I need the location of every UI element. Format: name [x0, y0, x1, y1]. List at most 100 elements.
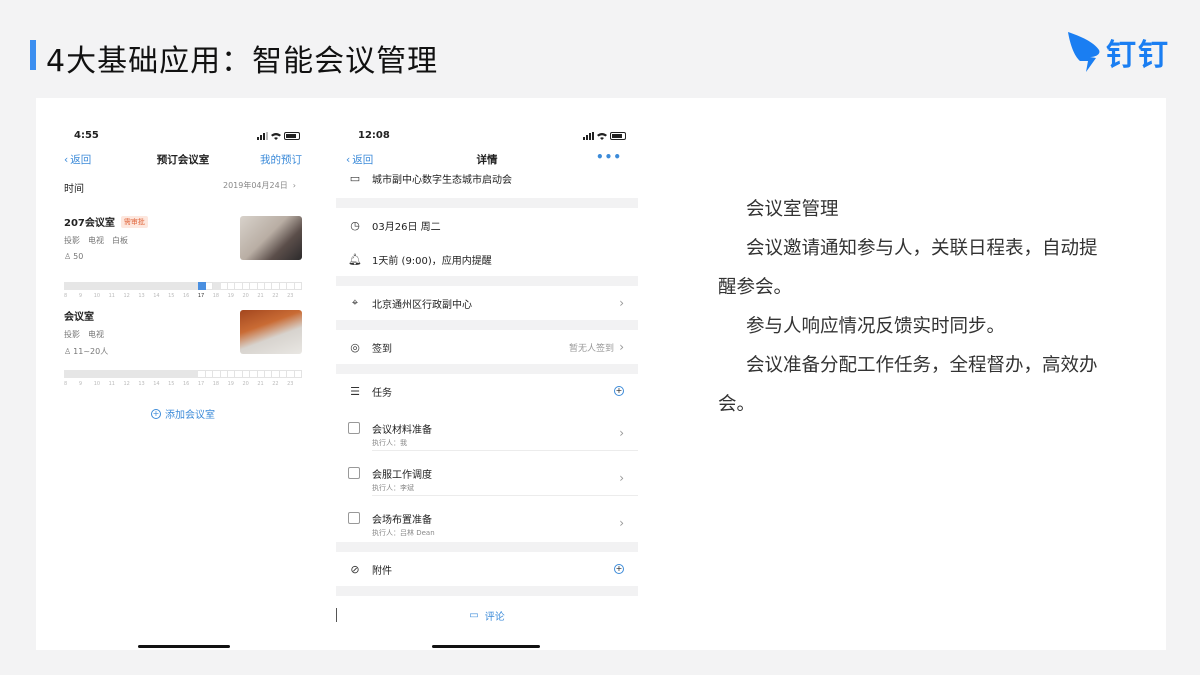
reminder-text: 1天前 (9:00)，应用内提醒 [372, 255, 492, 267]
chevron-right-icon: › [619, 296, 624, 310]
text-cursor [336, 608, 337, 622]
nav-bar: ‹ 返回 预订会议室 我的预订 [54, 152, 312, 170]
bell-icon: 🔔︎ [348, 252, 362, 266]
room-card[interactable]: 会议室 投影 电视 ♙ 11~20人 8 9 10 11 12 13 14 15 16 17 18… [64, 308, 302, 387]
date-value: 2019年04月24日 › [222, 181, 296, 190]
reminder-row[interactable]: 🔔︎ 1天前 (9:00)，应用内提醒 [336, 242, 638, 276]
system-icons [257, 132, 300, 140]
task-item[interactable]: 会议材料准备 执行人：我 › [336, 414, 638, 458]
tasks-label: 任务 [372, 387, 392, 399]
time-label: 时间 [64, 184, 84, 195]
comment-label: 评论 [484, 611, 505, 623]
task-name: 会服工作调度 [372, 470, 432, 481]
brand-name: 钉钉 [1106, 38, 1170, 73]
description-paragraph: 参与人响应情况反馈实时同步。 [746, 316, 1006, 337]
room-photo [240, 216, 302, 260]
plus-circle-icon: + [151, 408, 161, 419]
calendar-icon: ▭ [349, 171, 361, 185]
task-checkbox[interactable] [348, 422, 360, 434]
task-owner: 执行人：李斌 [372, 484, 414, 492]
title-accent-bar [30, 40, 36, 70]
date-row[interactable]: ◷ 03月26日 周二 [336, 208, 638, 242]
task-name: 会议材料准备 [372, 425, 432, 436]
list-icon: ☰ [350, 384, 360, 398]
description-paragraph: 会议邀请通知参与人，关联日程表，自动提醒参会。 [718, 238, 1098, 298]
task-item[interactable]: 会服工作调度 执行人：李斌 › [336, 459, 638, 503]
task-owner: 执行人：我 [372, 439, 407, 447]
signal-icon [257, 132, 268, 140]
section-gap [336, 586, 638, 596]
home-indicator [432, 645, 540, 648]
attachment-row: ⊘ 附件 + [336, 552, 638, 586]
chevron-right-icon: › [619, 426, 624, 440]
my-bookings-button[interactable]: 我的预订 [260, 152, 302, 167]
section-gap [336, 198, 638, 208]
meeting-title: 城市副中心数字生态城市启动会 [372, 174, 512, 186]
approval-badge: 需审批 [120, 215, 148, 228]
date-picker-row[interactable]: 时间 2019年04月24日 › [64, 180, 302, 196]
checkin-label: 签到 [372, 343, 392, 355]
feature-description: 会议室管理 会议邀请通知参与人，关联日程表，自动提醒参会。 参与人响应情况反馈实… [718, 190, 1098, 424]
paperclip-icon: ⊘ [350, 562, 360, 576]
more-options-icon[interactable]: ••• [596, 150, 622, 164]
attachment-label: 附件 [372, 565, 392, 577]
comment-icon: ▭ [469, 609, 479, 621]
location-text: 北京通州区行政副中心 [372, 299, 472, 311]
phone-meeting-detail: 12:08 ‹ 返回 详情 ••• ▭ 城市副中心数字生态城市启动会 ◷ 03月2… [336, 120, 638, 650]
divider [372, 450, 638, 451]
person-icon: ♙ [64, 347, 72, 356]
room-card[interactable]: 207会议室 需审批 投影 电视 白板 ♙ 50 8 9 10 11 12 13 14 15 … [64, 214, 302, 299]
comment-button[interactable]: ▭ 评论 [336, 602, 638, 628]
battery-icon [284, 132, 300, 140]
section-gap [336, 542, 638, 552]
chevron-right-icon: › [619, 340, 624, 354]
tasks-header-row: ☰ 任务 + [336, 374, 638, 408]
clock-icon: ◷ [350, 218, 360, 232]
checkin-status: 暂无人签到 [568, 343, 614, 354]
home-indicator [138, 645, 230, 648]
section-gap [336, 364, 638, 374]
meeting-title-row: ▭ 城市副中心数字生态城市启动会 [336, 166, 638, 190]
status-time: 12:08 [358, 130, 390, 141]
location-pin-icon: ⌖ [351, 296, 359, 309]
status-bar: 12:08 [336, 130, 638, 144]
phone-room-booking: 4:55 ‹ 返回 预订会议室 我的预订 时间 2019年04月24日 › 207… [54, 120, 312, 650]
task-checkbox[interactable] [348, 512, 360, 524]
signal-icon [583, 132, 594, 140]
description-paragraph: 会议准备分配工作任务，全程督办，高效办会。 [718, 355, 1098, 415]
section-gap [336, 276, 638, 286]
brand-logo: 钉钉 [1066, 30, 1170, 74]
availability-timeline[interactable] [64, 370, 302, 378]
divider [372, 495, 638, 496]
section-gap [336, 320, 638, 330]
add-task-icon[interactable]: + [614, 386, 624, 396]
wifi-icon [597, 133, 607, 140]
slide-title: 4大基础应用：智能会议管理 [46, 44, 439, 79]
add-room-button[interactable]: + 添加会议室 [54, 406, 312, 421]
meeting-date: 03月26日 周二 [372, 221, 441, 233]
add-attachment-icon[interactable]: + [614, 564, 624, 574]
chevron-right-icon: › [619, 516, 624, 530]
room-name: 207会议室 [64, 218, 115, 229]
description-heading: 会议室管理 [746, 199, 839, 220]
room-photo [240, 310, 302, 354]
system-icons [583, 132, 626, 140]
timeline-hours: 8 9 10 11 12 13 14 15 16 17 18 19 20 21 22 23 [64, 381, 294, 387]
status-bar: 4:55 [54, 130, 312, 144]
timeline-hours: 8 9 10 11 12 13 14 15 16 17 18 19 20 21 22 23 [64, 293, 294, 299]
task-owner: 执行人：吕林 Dean [372, 529, 435, 537]
dingtalk-wing-icon [1068, 32, 1100, 72]
chevron-right-icon: › [619, 471, 624, 485]
status-time: 4:55 [74, 130, 99, 141]
availability-timeline[interactable] [64, 282, 302, 290]
location-row[interactable]: ⌖ 北京通州区行政副中心 › [336, 286, 638, 320]
person-icon: ♙ [64, 252, 72, 261]
task-checkbox[interactable] [348, 467, 360, 479]
wifi-icon [271, 133, 281, 140]
checkin-row[interactable]: ◎ 签到 暂无人签到 › [336, 330, 638, 364]
add-room-label: 添加会议室 [165, 410, 215, 421]
page-title: 详情 [476, 154, 498, 166]
room-name: 会议室 [64, 312, 94, 323]
battery-icon [610, 132, 626, 140]
task-name: 会场布置准备 [372, 515, 432, 526]
